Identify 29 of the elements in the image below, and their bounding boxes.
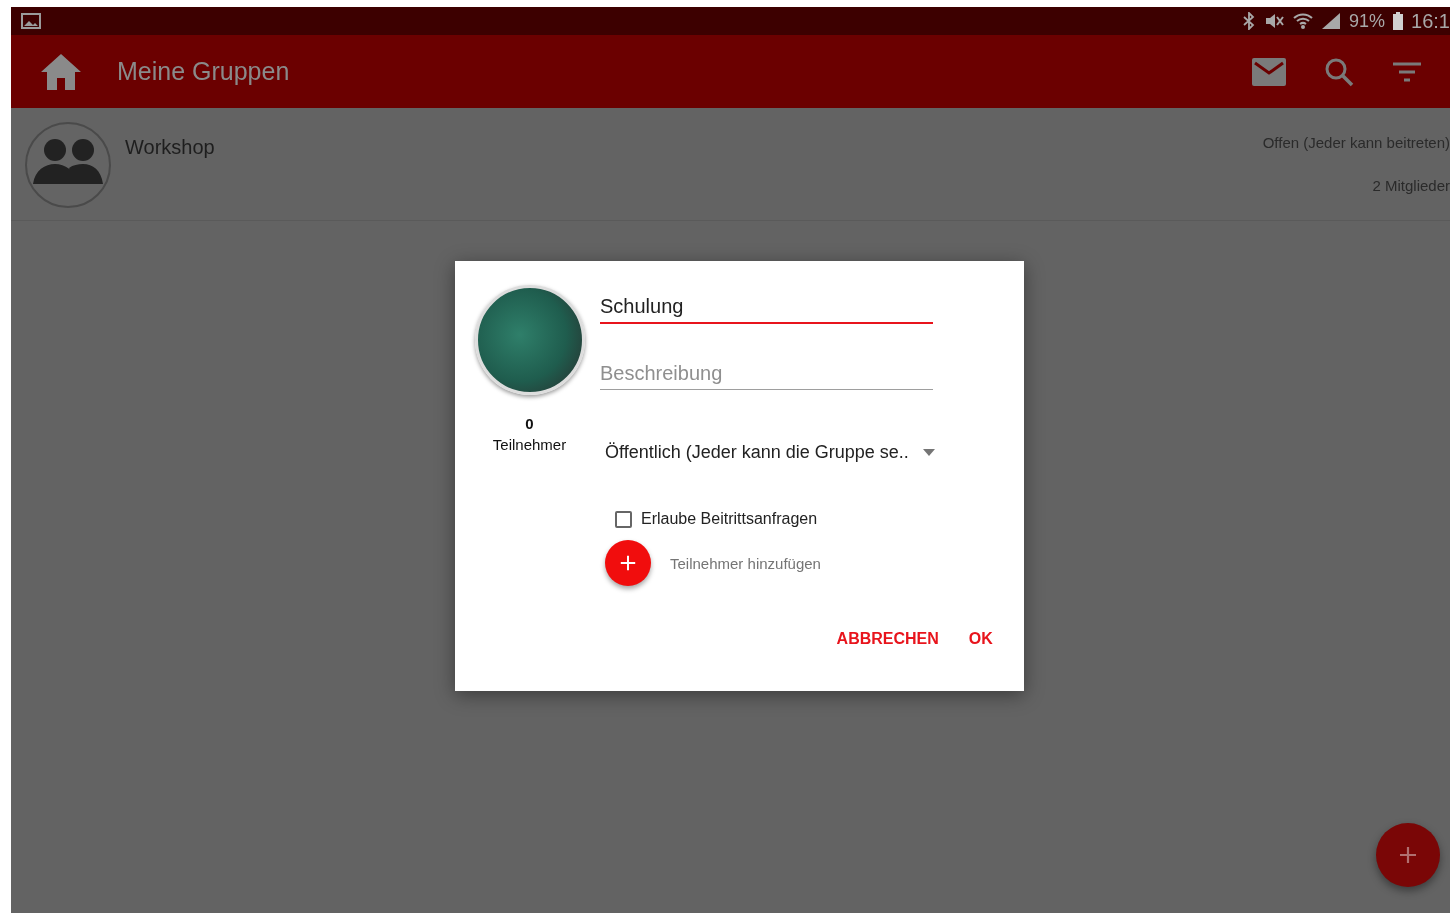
signal-icon (1321, 12, 1342, 30)
group-avatar-icon (25, 122, 111, 208)
group-members: 2 Mitglieder (1372, 177, 1450, 194)
dialog-button[interactable]: ABBRECHEN (828, 623, 947, 654)
battery-percent: 91% (1349, 10, 1386, 32)
group-name: Workshop (125, 136, 215, 159)
add-participant-label: Teilnehmer hinzufügen (670, 554, 821, 572)
image-icon (21, 13, 41, 29)
plus-icon (1398, 845, 1418, 865)
participant-label: Teilnehmer (492, 436, 567, 453)
wifi-icon (1293, 12, 1314, 30)
mute-icon (1263, 12, 1286, 30)
dialog-button[interactable]: OK (960, 623, 1001, 654)
caret-icon (922, 449, 935, 456)
app-title: Meine Gruppen (117, 57, 290, 86)
description-field[interactable]: Beschreibung (600, 362, 933, 390)
add-fab[interactable] (1376, 823, 1440, 887)
group-row[interactable]: Workshop Offen (Jeder kann beitreten) 2 Mitglieder (11, 108, 1450, 221)
battery-icon (1393, 12, 1404, 30)
visibility-dropdown[interactable]: Öffentlich (Jeder kann die Gruppe se.. (600, 442, 935, 463)
clock: 16:1 (1411, 9, 1450, 33)
bluetooth-icon (1243, 12, 1256, 30)
plus-icon (619, 554, 637, 572)
name-field[interactable]: Schulung (600, 295, 933, 324)
checkbox-label: Erlaube Beitrittsanfragen (641, 510, 818, 528)
participant-count: 0 (525, 415, 534, 432)
checkbox[interactable] (615, 510, 632, 528)
add-participant-button[interactable] (605, 540, 651, 586)
group-access: Offen (Jeder kann beitreten) (1262, 134, 1450, 151)
